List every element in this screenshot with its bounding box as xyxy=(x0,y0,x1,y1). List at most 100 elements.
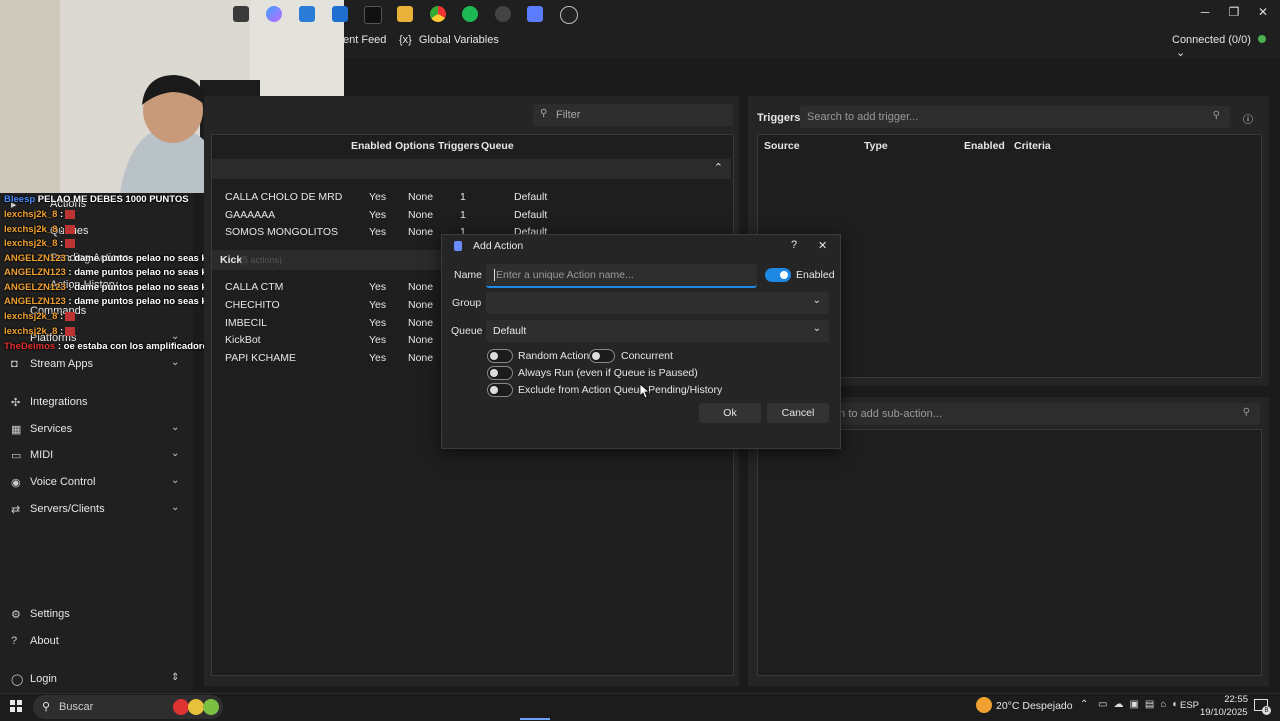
col-triggers[interactable]: Triggers xyxy=(438,140,479,152)
weather-label[interactable]: 20°C Despejado xyxy=(996,700,1073,712)
chat-line: lexchsj2k_8 : xyxy=(4,326,76,337)
sidebar-item-stream-apps[interactable]: ◘ Stream Apps ⌄ xyxy=(0,352,193,378)
help-button[interactable]: ? xyxy=(791,239,797,251)
chat-line: ANGELZN123 : dame puntos pelao no seas k… xyxy=(4,282,237,293)
action-name[interactable]: KickBot xyxy=(225,334,261,346)
subaction-search-placeholder: rch to add sub-action... xyxy=(830,408,942,420)
language-indicator[interactable]: ESP xyxy=(1180,700,1199,711)
filter-input[interactable]: ⚲ Filter xyxy=(533,104,733,126)
close-window-button[interactable]: ✕ xyxy=(1253,5,1273,19)
action-options: None xyxy=(408,317,434,329)
tray-chevron-icon[interactable]: ⌃ xyxy=(1080,699,1088,710)
search-icon: ⚲ xyxy=(540,108,548,119)
servers-icon: ⇄ xyxy=(11,504,21,516)
connection-status[interactable]: Connected (0/0) ⌄ xyxy=(1172,34,1280,59)
action-enabled: Yes xyxy=(369,299,387,311)
action-name[interactable]: CALLA CTM xyxy=(225,281,283,293)
action-options: None xyxy=(408,352,434,364)
enabled-toggle[interactable] xyxy=(765,268,791,282)
action-name[interactable]: CHECHITO xyxy=(225,299,280,311)
emote-icon xyxy=(65,209,76,219)
group-select[interactable]: ⌄ xyxy=(486,292,829,314)
spotify-icon[interactable] xyxy=(462,6,478,22)
sidebar-item-settings[interactable]: ⚙ Settings xyxy=(0,602,193,628)
subaction-search-input[interactable]: rch to add sub-action... ⚲ xyxy=(820,403,1260,425)
close-dialog-button[interactable]: ✕ xyxy=(818,239,827,252)
chat-line: ANGELZN123 : dame puntos pelao no seas k… xyxy=(4,296,237,307)
col-type[interactable]: Type xyxy=(864,140,888,152)
action-enabled: Yes xyxy=(369,317,387,329)
chevron-down-icon: ⌄ xyxy=(812,295,821,306)
tiktok-icon[interactable] xyxy=(364,6,382,24)
emote-icon xyxy=(65,311,76,321)
store-icon[interactable] xyxy=(299,6,315,22)
ok-button[interactable]: Ok xyxy=(699,403,761,423)
queue-select[interactable]: Default ⌄ xyxy=(486,320,829,342)
chevron-up-icon: ⌃ xyxy=(713,162,723,174)
col-enabled[interactable]: Enabled xyxy=(351,140,392,152)
weather-icon[interactable] xyxy=(976,697,992,713)
search-icon: ⚲ xyxy=(42,701,51,713)
sidebar-item-voice-control[interactable]: ◉ Voice Control ⌄ xyxy=(0,470,193,496)
info-icon[interactable]: ⓘ xyxy=(1243,111,1253,126)
trigger-search-input[interactable]: Search to add trigger... ⚲ xyxy=(800,106,1230,128)
action-name[interactable]: SOMOS MONGOLITOS xyxy=(225,226,338,238)
taskbar-search[interactable]: ⚲ Buscar xyxy=(33,695,223,719)
maximize-button[interactable]: ❐ xyxy=(1224,5,1244,19)
col-source[interactable]: Source xyxy=(764,140,800,152)
fruit-search-highlight-icon xyxy=(173,699,189,715)
concurrent-toggle[interactable] xyxy=(589,349,615,363)
random-action-toggle[interactable] xyxy=(487,349,513,363)
sidebar-item-midi[interactable]: ▭ MIDI ⌄ xyxy=(0,443,193,469)
streamerbot-icon[interactable] xyxy=(527,6,543,22)
outlook-icon[interactable] xyxy=(332,6,348,22)
action-name[interactable]: PAPI KCHAME xyxy=(225,352,296,364)
clock-time[interactable]: 22:55 xyxy=(1208,694,1248,705)
global-variables-icon: {x} xyxy=(399,34,412,46)
action-name[interactable]: IMBECIL xyxy=(225,317,267,329)
col-trigger-enabled[interactable]: Enabled xyxy=(964,140,1005,152)
cancel-button[interactable]: Cancel xyxy=(767,403,829,423)
app-logo-icon xyxy=(454,241,462,251)
notification-badge: 8 xyxy=(1262,706,1271,715)
action-queue: Default xyxy=(514,209,548,221)
action-name[interactable]: GAAAAAA xyxy=(225,209,275,221)
exclude-history-label: Exclude from Action Queue Pending/Histor… xyxy=(518,384,723,396)
minimize-button[interactable]: ─ xyxy=(1195,5,1215,19)
chevron-down-icon: ⌄ xyxy=(1176,47,1186,59)
sidebar-item-about[interactable]: ? About xyxy=(0,629,193,655)
action-triggers: 1 xyxy=(460,209,466,221)
sidebar-item-login[interactable]: ◯ Login ⇕ xyxy=(0,667,193,693)
media-player-icon[interactable] xyxy=(560,6,578,24)
action-queue: Default xyxy=(514,191,548,203)
chat-line: ANGELZN123 : dame puntos pelao no seas k… xyxy=(4,267,237,278)
action-name[interactable]: CALLA CHOLO DE MRD xyxy=(225,191,342,203)
col-options[interactable]: Options xyxy=(395,140,435,152)
file-explorer-icon[interactable] xyxy=(397,6,413,22)
action-options: None xyxy=(408,334,434,346)
group-row[interactable]: ⌃ xyxy=(212,159,731,179)
clock-date[interactable]: 19/10/2025 xyxy=(1200,707,1248,718)
random-action-label: Random Action xyxy=(518,350,590,362)
sidebar-item-integrations[interactable]: ✣ Integrations xyxy=(0,390,193,416)
copilot-icon[interactable] xyxy=(266,6,282,22)
chrome-icon[interactable] xyxy=(430,6,446,22)
group-kick-count: (5 actions) xyxy=(240,255,283,265)
taskbar-search-label: Buscar xyxy=(59,701,94,713)
col-criteria[interactable]: Criteria xyxy=(1014,140,1051,152)
windows-start-icon[interactable] xyxy=(10,700,22,712)
action-triggers: 1 xyxy=(460,191,466,203)
nav-global-variables[interactable]: {x} Global Variables xyxy=(399,34,499,46)
nav-event-feed[interactable]: ent Feed xyxy=(343,34,386,46)
action-options: None xyxy=(408,299,434,311)
always-run-toggle[interactable] xyxy=(487,366,513,380)
tray-icons[interactable]: ▭☁▣▤⌂◐ xyxy=(1098,699,1184,710)
action-name-input[interactable]: Enter a unique Action name... xyxy=(486,264,757,288)
task-view-icon[interactable] xyxy=(233,6,249,22)
exclude-history-toggle[interactable] xyxy=(487,383,513,397)
col-queue[interactable]: Queue xyxy=(481,140,514,152)
sidebar-item-servers-clients[interactable]: ⇄ Servers/Clients ⌄ xyxy=(0,497,193,523)
global-variables-label: Global Variables xyxy=(418,34,499,46)
sidebar-item-services[interactable]: ▦ Services ⌄ xyxy=(0,417,193,443)
obs-icon[interactable] xyxy=(495,6,511,22)
